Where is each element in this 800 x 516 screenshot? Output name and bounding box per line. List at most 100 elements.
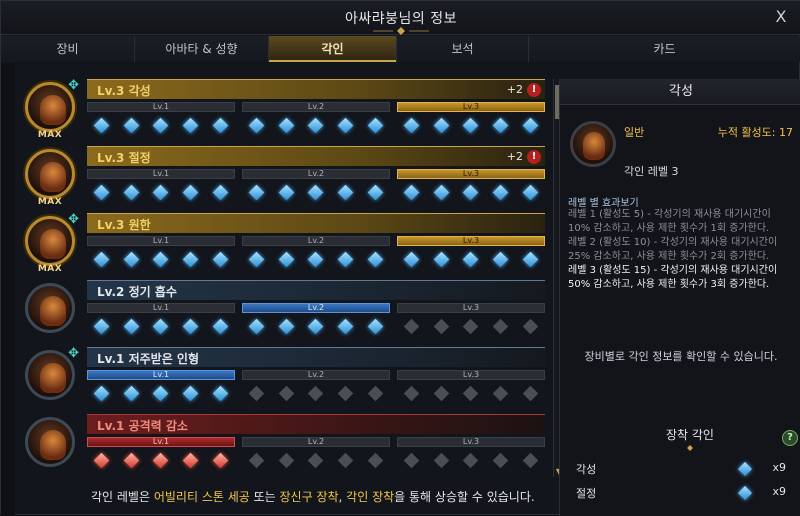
gem-icon <box>367 117 383 133</box>
effect-level-3: 레벨 3 (활성도 15) - 각성기의 재사용 대기시간이 50% 감소하고,… <box>568 265 778 290</box>
close-button[interactable]: X <box>771 7 791 27</box>
footer-text: 을 통해 상승할 수 있습니다. <box>394 490 535 504</box>
gem-icon <box>337 184 354 200</box>
tab-engraving[interactable]: 각인 <box>269 36 397 62</box>
gem-icon <box>278 318 295 334</box>
gem-icon <box>153 184 169 200</box>
gem-icon <box>337 452 354 468</box>
gem-icon <box>308 385 324 401</box>
gem-icon <box>212 318 228 334</box>
gem-icon <box>367 385 383 401</box>
gem-icon <box>212 251 228 267</box>
alert-icon[interactable]: ! <box>527 150 541 164</box>
engraving-list: ✥ MAX Lv.3 각성 +2! Lv.1 Lv.2 Lv.3 MAX Lv.3 절정 +2! L… <box>15 76 548 480</box>
level-label: Lv.2 <box>242 102 390 112</box>
gem-icon <box>182 385 199 401</box>
equipped-heading: 장착 각인 <box>666 428 714 442</box>
tab-equipment[interactable]: 장비 <box>1 36 135 62</box>
gem-row <box>242 316 390 336</box>
engraving-name-bar: Lv.1 공격력 감소 <box>87 414 545 434</box>
gem-row <box>397 316 545 336</box>
gem-icon <box>94 318 110 334</box>
level-track: Lv.1 Lv.2 Lv.3 <box>87 169 545 203</box>
gem-icon <box>463 385 479 401</box>
gem-icon <box>212 184 228 200</box>
alert-icon[interactable]: ! <box>527 83 541 97</box>
gem-icon <box>463 318 479 334</box>
background-strip <box>1 63 15 516</box>
window-title: 아싸랴붕님의 정보 <box>345 11 457 27</box>
level-segment: Lv.3 <box>397 169 545 203</box>
level-label: Lv.2 <box>242 370 390 380</box>
gem-icon <box>463 184 479 200</box>
level-label: Lv.2 <box>242 236 390 246</box>
level-segment: Lv.2 <box>242 370 390 404</box>
gem-icon <box>463 452 479 468</box>
gem-row <box>397 182 545 202</box>
plus-count: +2 <box>506 150 523 163</box>
engraving-row[interactable]: MAX Lv.3 절정 +2! Lv.1 Lv.2 Lv.3 <box>15 143 545 207</box>
gem-row <box>397 249 545 269</box>
max-badge: MAX <box>37 130 63 140</box>
gem-icon <box>94 117 110 133</box>
level-segment: Lv.1 <box>87 370 235 404</box>
level-track: Lv.1 Lv.2 Lv.3 <box>87 102 545 136</box>
tab-cards[interactable]: 카드 <box>529 36 800 62</box>
tab-gems[interactable]: 보석 <box>397 36 529 62</box>
engraving-icon: MAX <box>19 145 81 207</box>
gem-icon <box>433 452 450 468</box>
equipped-row: 절정 x9 <box>576 485 786 503</box>
help-button[interactable]: ? <box>782 430 798 446</box>
gem-icon <box>522 117 538 133</box>
gem-icon <box>492 318 509 334</box>
gem-row <box>87 450 235 470</box>
gem-icon <box>522 385 538 401</box>
level-segment: Lv.1 <box>87 169 235 203</box>
level-segment: Lv.2 <box>242 236 390 270</box>
gem-row <box>242 383 390 403</box>
level-segment: Lv.3 <box>397 370 545 404</box>
gem-icon <box>212 452 228 468</box>
gem-row <box>397 450 545 470</box>
gem-row <box>397 115 545 135</box>
tab-avatar[interactable]: 아바타 & 성향 <box>135 36 269 62</box>
gem-row <box>87 383 235 403</box>
gem-icon <box>492 117 509 133</box>
footer-text: 또는 <box>249 490 280 504</box>
effect-level-1: 레벨 1 (활성도 5) - 각성기의 재사용 대기시간이 10% 감소하고, … <box>568 209 771 234</box>
level-segment: Lv.1 <box>87 236 235 270</box>
compass-icon: ✥ <box>68 346 79 361</box>
gem-icon <box>337 385 354 401</box>
detail-title: 각성 <box>560 79 800 105</box>
gem-icon <box>278 452 295 468</box>
gem-icon <box>123 251 140 267</box>
gem-icon <box>182 117 199 133</box>
engraving-row[interactable]: ✥ MAX Lv.3 각성 +2! Lv.1 Lv.2 Lv.3 <box>15 76 545 140</box>
engraving-icon: ✥ MAX <box>19 78 81 140</box>
engraving-row[interactable]: Lv.1 공격력 감소 Lv.1 Lv.2 Lv.3 <box>15 411 545 475</box>
gem-icon <box>94 385 110 401</box>
level-label: Lv.3 <box>397 236 545 246</box>
gem-icon <box>123 318 140 334</box>
engraving-portrait-icon <box>25 417 75 467</box>
gem-icon <box>153 452 169 468</box>
level-segment: Lv.3 <box>397 102 545 136</box>
level-label: Lv.2 <box>242 437 390 447</box>
gem-icon <box>367 452 383 468</box>
level-track: Lv.1 Lv.2 Lv.3 <box>87 303 545 337</box>
engraving-window: 아싸랴붕님의 정보 X 장비 아바타 & 성향 각인 보석 카드 ✥ MAX Lv.… <box>0 0 800 516</box>
gem-row <box>87 182 235 202</box>
tab-bar: 장비 아바타 & 성향 각인 보석 카드 <box>1 36 800 62</box>
engraving-row[interactable]: Lv.2 정기 흡수 Lv.1 Lv.2 Lv.3 <box>15 277 545 341</box>
gem-icon <box>367 318 383 334</box>
detail-type: 일반 <box>624 126 645 139</box>
engraving-row[interactable]: ✥ Lv.1 저주받은 인형 Lv.1 Lv.2 Lv.3 <box>15 344 545 408</box>
gem-icon <box>278 184 295 200</box>
level-segment: Lv.1 <box>87 437 235 471</box>
gem-icon <box>308 184 324 200</box>
level-segment: Lv.3 <box>397 303 545 337</box>
gem-row <box>242 182 390 202</box>
engraving-row[interactable]: ✥ MAX Lv.3 원한 Lv.1 Lv.2 Lv.3 <box>15 210 545 274</box>
gem-icon <box>433 385 450 401</box>
engraving-name-bar: Lv.3 각성 +2! <box>87 79 545 99</box>
